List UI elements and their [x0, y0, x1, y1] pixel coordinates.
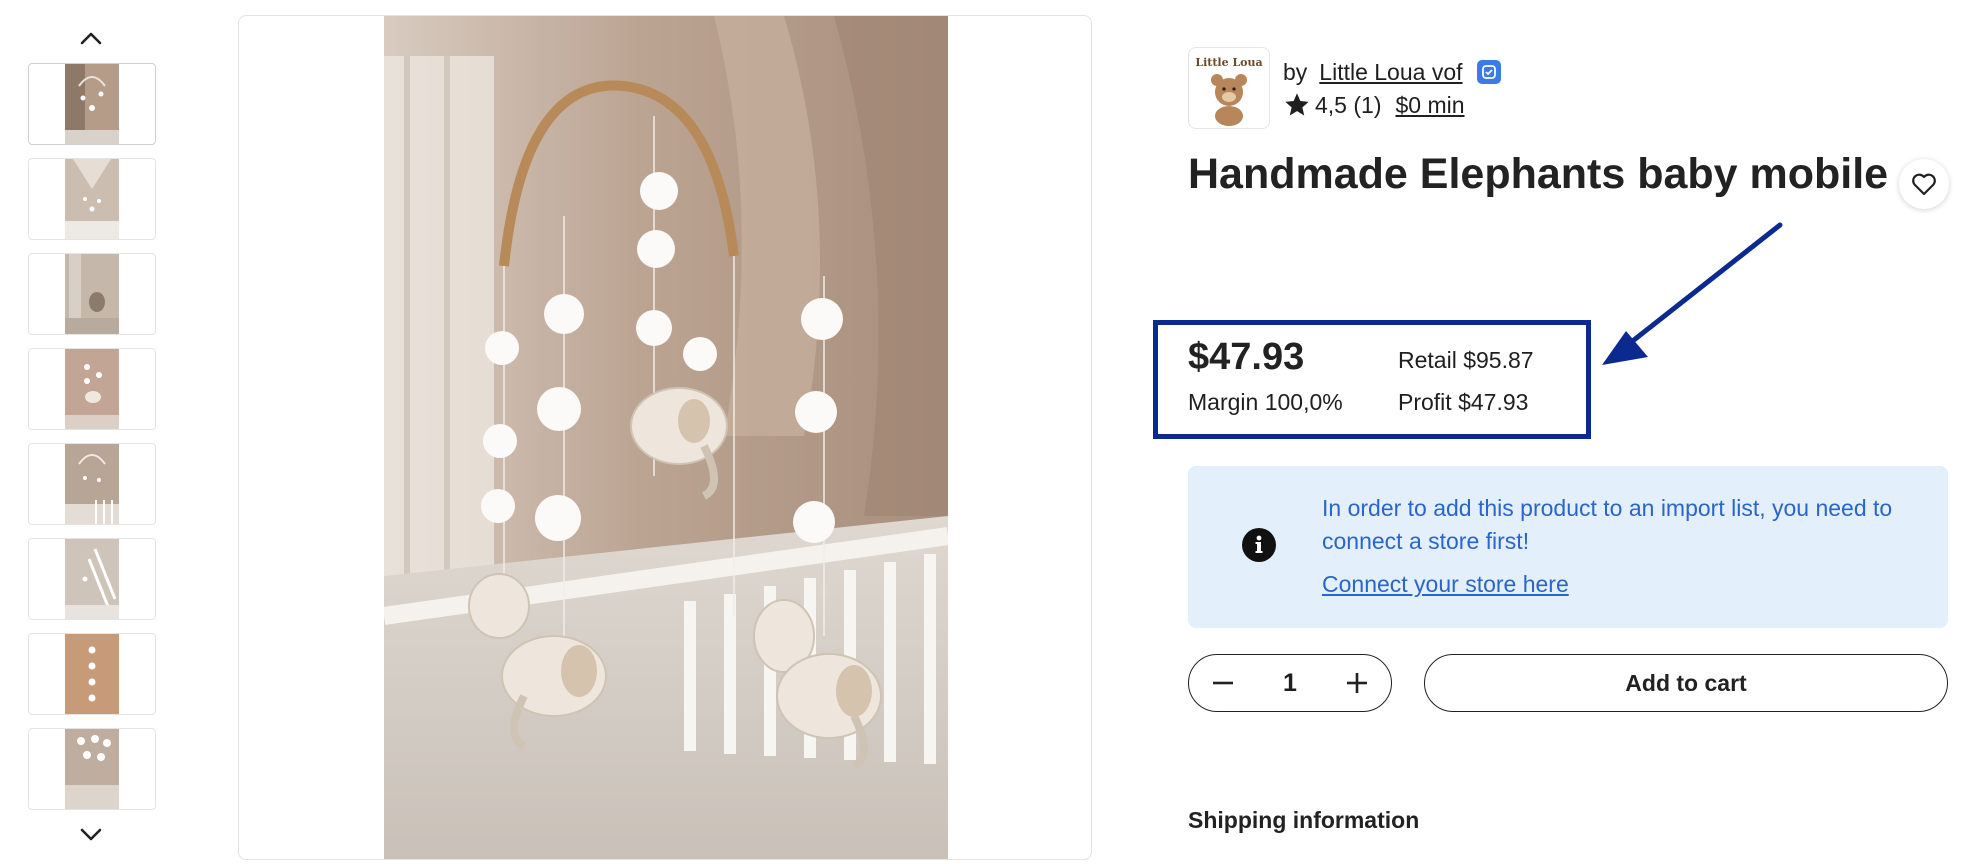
thumbnail-image: [65, 729, 119, 809]
wishlist-button[interactable]: [1899, 159, 1949, 209]
svg-text:Little Loua: Little Loua: [1195, 56, 1262, 69]
quantity-value[interactable]: 1: [1283, 669, 1297, 698]
verified-badge-icon: [1476, 60, 1501, 84]
plus-icon[interactable]: [1341, 667, 1373, 699]
thumbnail-image: [65, 254, 119, 334]
thumbnail-image: [65, 349, 119, 429]
product-title: Handmade Elephants baby mobile: [1188, 150, 1889, 198]
thumbnail-image: [65, 64, 119, 144]
product-price: $47.93: [1188, 336, 1305, 378]
chevron-down-icon[interactable]: [73, 817, 109, 853]
thumbnail[interactable]: [28, 348, 156, 430]
connect-store-notice: In order to add this product to an impor…: [1188, 466, 1948, 628]
retail-price: Retail $95.87: [1398, 347, 1534, 373]
rating-line: 4,5 (1) $0 min: [1283, 89, 1465, 121]
chevron-up-icon[interactable]: [73, 20, 109, 56]
main-image-panel: [238, 15, 1092, 860]
thumbnail[interactable]: [28, 443, 156, 525]
vendor-logo[interactable]: Little Loua: [1188, 47, 1270, 129]
thumbnail-image: [65, 634, 119, 714]
shipping-heading: Shipping information: [1188, 807, 1420, 833]
margin-value: Margin 100,0%: [1188, 389, 1343, 415]
thumbnail[interactable]: [28, 538, 156, 620]
annotation-arrow: [1602, 222, 1783, 365]
notice-message: In order to add this product to an impor…: [1322, 495, 1893, 554]
thumbnail[interactable]: [28, 633, 156, 715]
thumbnail[interactable]: [28, 63, 156, 145]
thumbnail-image: [65, 159, 119, 239]
heart-icon: [1912, 173, 1936, 196]
star-icon: [1285, 93, 1309, 116]
quantity-stepper: 1: [1188, 654, 1392, 712]
product-photo[interactable]: [384, 16, 948, 860]
info-icon: [1242, 528, 1276, 562]
thumbnail[interactable]: [28, 728, 156, 810]
thumbnail-image: [65, 444, 119, 524]
add-to-cart-button[interactable]: Add to cart: [1424, 654, 1948, 712]
thumbnail-rail: [0, 0, 180, 864]
thumbnail[interactable]: [28, 158, 156, 240]
minus-icon[interactable]: [1207, 667, 1239, 699]
connect-store-link[interactable]: Connect your store here: [1322, 571, 1569, 598]
minimum-order-link[interactable]: $0 min: [1395, 92, 1464, 119]
vendor-name-link[interactable]: Little Loua vof: [1319, 59, 1462, 86]
vendor-by-label: by: [1283, 58, 1308, 85]
thumbnail[interactable]: [28, 253, 156, 335]
rating-value: 4,5 (1): [1315, 91, 1382, 118]
thumbnail-image: [65, 539, 119, 619]
profit-value: Profit $47.93: [1398, 389, 1529, 415]
vendor-line: by Little Loua vof: [1283, 56, 1501, 88]
